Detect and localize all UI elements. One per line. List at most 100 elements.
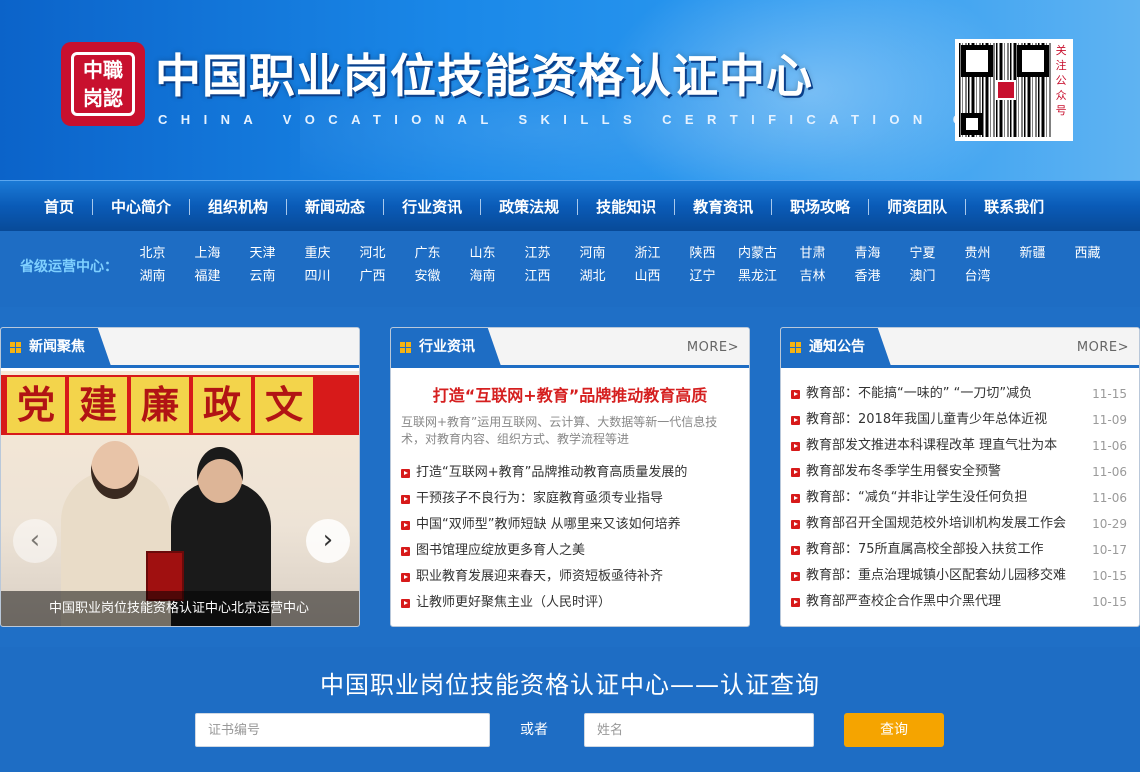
news-focus-tab[interactable]: 新闻聚焦: [1, 328, 111, 366]
name-input[interactable]: [584, 713, 814, 747]
industry-news-text: 让教师更好聚焦主业（人民时评）: [416, 595, 612, 610]
bullet-arrow-icon: [401, 521, 410, 530]
bullet-arrow-icon: [401, 573, 410, 582]
logo-seal[interactable]: 中職岗認: [61, 42, 145, 126]
bullet-arrow-icon: [401, 599, 410, 608]
notice-text: 教育部：“减负“并非让学生没任何负担: [806, 490, 1028, 505]
industry-more-link[interactable]: MORE>: [687, 340, 739, 355]
query-button[interactable]: 查询: [844, 713, 944, 747]
nav-list: 首页 中心简介 组织机构 新闻动态 行业资讯 政策法规 技能知识 教育资讯 职场攻略 师资团队 联系…: [0, 181, 1140, 232]
nav-link[interactable]: 政策法规: [481, 196, 577, 217]
nav-link[interactable]: 师资团队: [869, 196, 965, 217]
notice-item[interactable]: 教育部：不能搞“一味的” “一刀切”减负 11-15: [781, 381, 1139, 407]
notices-tab[interactable]: 通知公告: [781, 328, 891, 366]
province-link[interactable]: 江西: [510, 268, 565, 285]
province-link[interactable]: 宁夏: [895, 245, 950, 262]
province-link[interactable]: 浙江: [620, 245, 675, 262]
notice-item[interactable]: 教育部发布冬季学生用餐安全预警 11-06: [781, 459, 1139, 485]
bullet-arrow-icon: [791, 598, 800, 607]
province-link[interactable]: 西藏: [1060, 245, 1115, 262]
notice-date: 10-15: [1092, 595, 1127, 609]
nav-item: 技能知识: [577, 196, 674, 217]
province-link[interactable]: 陕西: [675, 245, 730, 262]
nav-item: 政策法规: [480, 196, 577, 217]
province-link[interactable]: 香港: [840, 268, 895, 285]
province-link[interactable]: 上海: [180, 245, 235, 262]
province-link[interactable]: 江苏: [510, 245, 565, 262]
province-link[interactable]: 广东: [400, 245, 455, 262]
province-link[interactable]: 重庆: [290, 245, 345, 262]
slider-next-arrow-icon[interactable]: ›: [306, 519, 350, 563]
province-link[interactable]: 河南: [565, 245, 620, 262]
slider-prev-arrow-icon[interactable]: ‹: [13, 519, 57, 563]
province-link[interactable]: 湖南: [125, 268, 180, 285]
certificate-number-input[interactable]: [195, 713, 490, 747]
bullet-arrow-icon: [791, 546, 800, 555]
province-link[interactable]: 云南: [235, 268, 290, 285]
industry-news-item[interactable]: 让教师更好聚焦主业（人民时评）: [391, 590, 749, 616]
nav-link[interactable]: 新闻动态: [287, 196, 383, 217]
province-link[interactable]: 黑龙江: [730, 268, 785, 285]
province-link[interactable]: 辽宁: [675, 268, 730, 285]
notice-text: 教育部：重点治理城镇小区配套幼儿园移交难: [806, 568, 1067, 583]
industry-news-text: 中国“双师型”教师短缺 从哪里来又该如何培养: [416, 517, 681, 532]
province-link[interactable]: 甘肃: [785, 245, 840, 262]
province-link[interactable]: 青海: [840, 245, 895, 262]
news-slider[interactable]: 党建廉政文 ‹ › 中国职业岗位技能资格认证中心北京运营中心: [1, 371, 359, 626]
certificate-query: 中国职业岗位技能资格认证中心——认证查询 或者 查询: [0, 647, 1140, 772]
nav-link[interactable]: 联系我们: [966, 196, 1062, 217]
province-link[interactable]: 北京: [125, 245, 180, 262]
nav-link[interactable]: 职场攻略: [772, 196, 868, 217]
wechat-qr-code: 关注公众号: [955, 39, 1073, 141]
industry-news-item[interactable]: 打造“互联网+教育”品牌推动教育高质量发展的: [391, 460, 749, 486]
province-link[interactable]: 内蒙古: [730, 245, 785, 262]
province-link[interactable]: 海南: [455, 268, 510, 285]
nav-link[interactable]: 首页: [26, 196, 92, 217]
notice-item[interactable]: 教育部：2018年我国儿童青少年总体近视 11-09: [781, 407, 1139, 433]
province-label: 省级运营中心：: [20, 259, 118, 275]
notice-text: 教育部：75所直属高校全部投入扶贫工作: [806, 542, 1044, 557]
province-link[interactable]: 天津: [235, 245, 290, 262]
industry-headline[interactable]: 打造“互联网+教育”品牌推动教育高质: [391, 382, 749, 405]
nav-item: 首页: [26, 196, 92, 217]
province-link[interactable]: 湖北: [565, 268, 620, 285]
nav-link[interactable]: 行业资讯: [384, 196, 480, 217]
industry-news-item[interactable]: 中国“双师型”教师短缺 从哪里来又该如何培养: [391, 512, 749, 538]
province-link[interactable]: 新疆: [1005, 245, 1060, 262]
industry-news-item[interactable]: 干预孩子不良行为：家庭教育亟须专业指导: [391, 486, 749, 512]
province-link[interactable]: 澳门: [895, 268, 950, 285]
nav-link[interactable]: 教育资讯: [675, 196, 771, 217]
province-link[interactable]: 四川: [290, 268, 345, 285]
industry-news-tab[interactable]: 行业资讯: [391, 328, 501, 366]
industry-news-item[interactable]: 图书馆理应绽放更多育人之美: [391, 538, 749, 564]
notice-date: 11-09: [1092, 413, 1127, 427]
industry-news-item[interactable]: 职业教育发展迎来春天，师资短板亟待补齐: [391, 564, 749, 590]
notice-item[interactable]: 教育部：75所直属高校全部投入扶贫工作 10-17: [781, 537, 1139, 563]
nav-link[interactable]: 技能知识: [578, 196, 674, 217]
province-link[interactable]: 河北: [345, 245, 400, 262]
nav-separator: [92, 198, 94, 215]
photo-banner-char: 建: [69, 377, 127, 433]
province-link[interactable]: 台湾: [950, 268, 1005, 285]
notice-item[interactable]: 教育部：“减负“并非让学生没任何负担 11-06: [781, 485, 1139, 511]
notice-item[interactable]: 教育部：重点治理城镇小区配套幼儿园移交难 10-15: [781, 563, 1139, 589]
notices-header: 通知公告 MORE>: [781, 328, 1139, 368]
province-link[interactable]: 山东: [455, 245, 510, 262]
notice-date: 11-06: [1092, 491, 1127, 505]
notice-item[interactable]: 教育部发文推进本科课程改革 理直气壮为本 11-06: [781, 433, 1139, 459]
province-link[interactable]: 福建: [180, 268, 235, 285]
nav-separator: [577, 198, 579, 215]
nav-separator: [674, 198, 676, 215]
slider-caption[interactable]: 中国职业岗位技能资格认证中心北京运营中心: [1, 591, 359, 626]
notice-item[interactable]: 教育部严查校企合作黑中介黑代理 10-15: [781, 589, 1139, 615]
nav-separator: [868, 198, 870, 215]
notice-item[interactable]: 教育部召开全国规范校外培训机构发展工作会 10-29: [781, 511, 1139, 537]
nav-link[interactable]: 组织机构: [190, 196, 286, 217]
province-link[interactable]: 山西: [620, 268, 675, 285]
province-link[interactable]: 吉林: [785, 268, 840, 285]
province-link[interactable]: 安徽: [400, 268, 455, 285]
province-link[interactable]: 广西: [345, 268, 400, 285]
notices-more-link[interactable]: MORE>: [1077, 340, 1129, 355]
nav-link[interactable]: 中心简介: [93, 196, 189, 217]
province-link[interactable]: 贵州: [950, 245, 1005, 262]
